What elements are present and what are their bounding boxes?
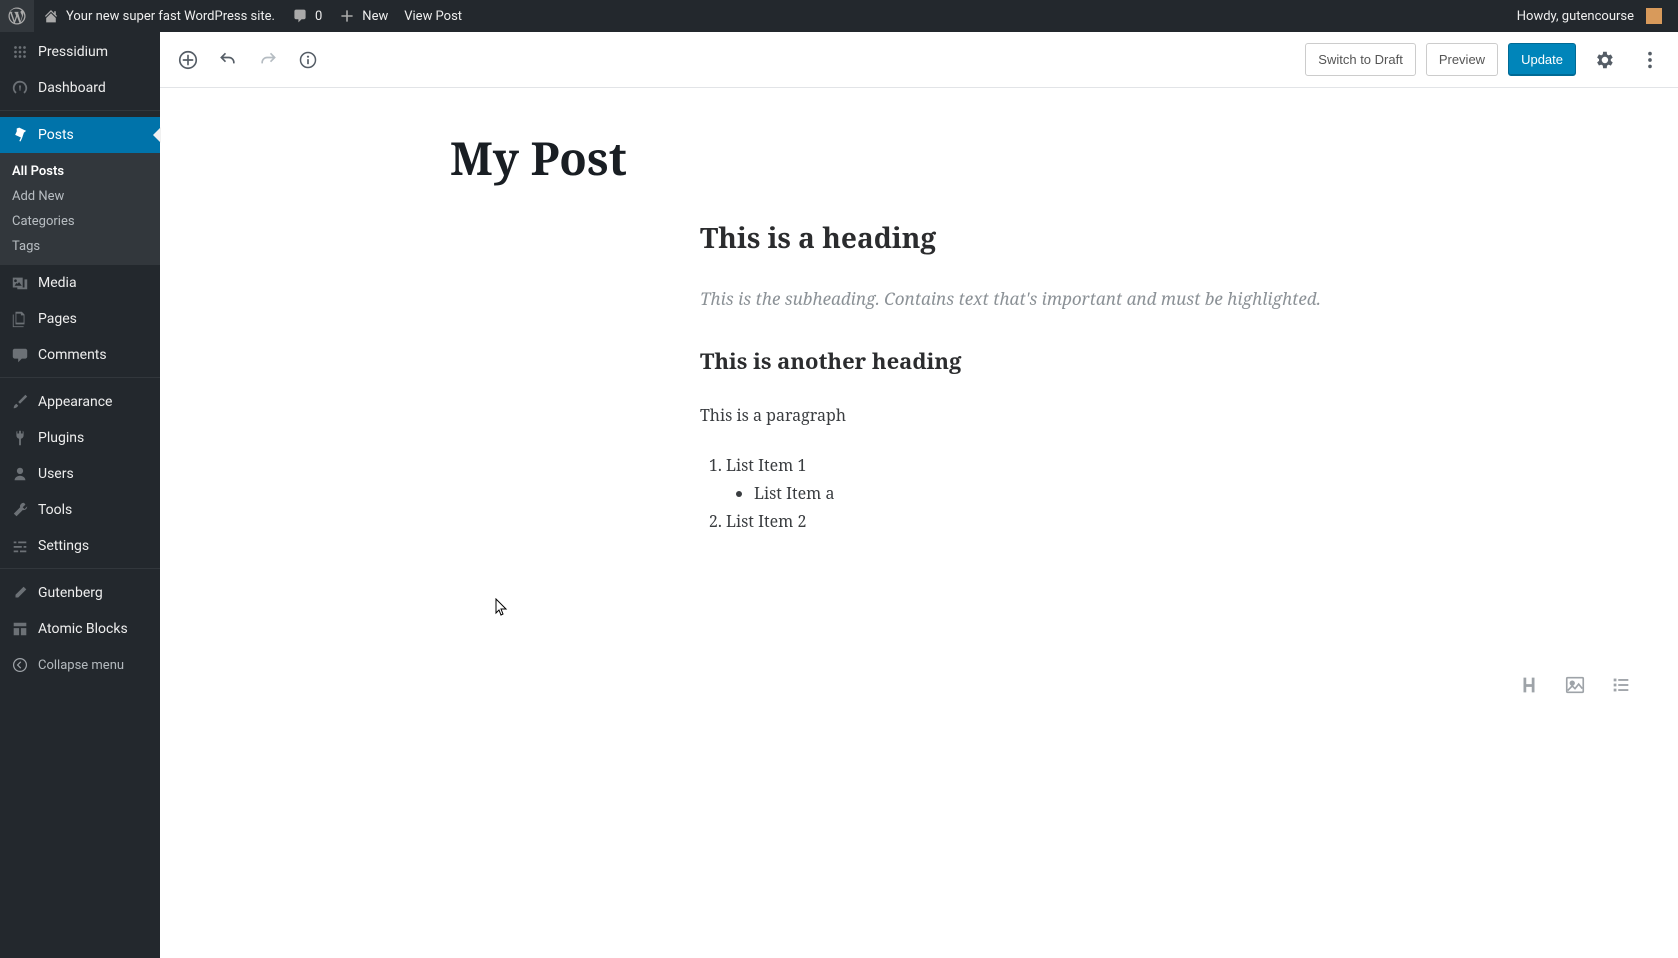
image-hint-icon[interactable] bbox=[1558, 668, 1592, 702]
mouse-cursor bbox=[495, 598, 509, 618]
plug-icon bbox=[10, 428, 30, 448]
dashboard-icon bbox=[10, 78, 30, 98]
list-item: List Item a bbox=[754, 482, 1420, 504]
plus-icon bbox=[338, 7, 356, 25]
wp-logo[interactable] bbox=[0, 0, 34, 32]
admin-sidebar: Pressidium Dashboard Posts All Posts Add… bbox=[0, 32, 160, 958]
sidebar-dashboard[interactable]: Dashboard bbox=[0, 70, 160, 106]
sidebar-media[interactable]: Media bbox=[0, 265, 160, 301]
sidebar-posts-submenu: All Posts Add New Categories Tags bbox=[0, 153, 160, 265]
sidebar-tools[interactable]: Tools bbox=[0, 492, 160, 528]
undo-button[interactable] bbox=[210, 42, 246, 78]
sidebar-comments[interactable]: Comments bbox=[0, 337, 160, 373]
sidebar-plugins[interactable]: Plugins bbox=[0, 420, 160, 456]
block-suggestions bbox=[1512, 668, 1638, 702]
sidebar-gutenberg[interactable]: Gutenberg bbox=[0, 575, 160, 611]
layout-icon bbox=[10, 619, 30, 639]
site-home[interactable]: Your new super fast WordPress site. bbox=[34, 0, 283, 32]
ordered-list-block[interactable]: List Item 1 List Item a List Item 2 bbox=[726, 454, 1420, 532]
more-menu-button[interactable] bbox=[1632, 42, 1668, 78]
update-button[interactable]: Update bbox=[1508, 43, 1576, 76]
new-label: New bbox=[362, 9, 388, 24]
list-hint-icon[interactable] bbox=[1604, 668, 1638, 702]
info-button[interactable] bbox=[290, 42, 326, 78]
sub-all-posts[interactable]: All Posts bbox=[0, 159, 160, 184]
pages-icon bbox=[10, 309, 30, 329]
list-item: List Item 2 bbox=[726, 510, 1420, 532]
collapse-menu[interactable]: Collapse menu bbox=[0, 647, 160, 683]
site-title: Your new super fast WordPress site. bbox=[66, 9, 275, 24]
post-title[interactable]: My Post bbox=[450, 128, 1678, 189]
list-item: List Item 1 List Item a bbox=[726, 454, 1420, 504]
switch-draft-button[interactable]: Switch to Draft bbox=[1305, 43, 1416, 76]
editor: Switch to Draft Preview Update My Post T… bbox=[160, 32, 1678, 958]
comment-icon bbox=[10, 345, 30, 365]
paragraph-block[interactable]: This is a paragraph bbox=[700, 404, 1420, 426]
admin-bar: Your new super fast WordPress site. 0 Ne… bbox=[0, 0, 1678, 32]
pencil-icon bbox=[10, 583, 30, 603]
heading-block[interactable]: This is a heading bbox=[700, 219, 1420, 257]
pin-icon bbox=[10, 125, 30, 145]
redo-button[interactable] bbox=[250, 42, 286, 78]
new-content[interactable]: New bbox=[330, 0, 396, 32]
howdy-text: Howdy, gutencourse bbox=[1517, 9, 1634, 24]
brush-icon bbox=[10, 392, 30, 412]
heading-block[interactable]: This is another heading bbox=[700, 346, 1420, 376]
wrench-icon bbox=[10, 500, 30, 520]
home-icon bbox=[42, 7, 60, 25]
comment-icon bbox=[291, 7, 309, 25]
heading-hint-icon[interactable] bbox=[1512, 668, 1546, 702]
sub-tags[interactable]: Tags bbox=[0, 234, 160, 259]
add-block-button[interactable] bbox=[170, 42, 206, 78]
sidebar-separator bbox=[0, 373, 160, 378]
sidebar-appearance[interactable]: Appearance bbox=[0, 384, 160, 420]
settings-toggle[interactable] bbox=[1586, 42, 1622, 78]
sidebar-users[interactable]: Users bbox=[0, 456, 160, 492]
sub-categories[interactable]: Categories bbox=[0, 209, 160, 234]
collapse-icon bbox=[10, 655, 30, 675]
user-icon bbox=[10, 464, 30, 484]
editor-content[interactable]: My Post This is a heading This is the su… bbox=[160, 88, 1678, 958]
sidebar-posts[interactable]: Posts bbox=[0, 117, 160, 153]
editor-toolbar: Switch to Draft Preview Update bbox=[160, 32, 1678, 88]
media-icon bbox=[10, 273, 30, 293]
comments-count: 0 bbox=[315, 9, 322, 24]
sliders-icon bbox=[10, 536, 30, 556]
view-post[interactable]: View Post bbox=[396, 0, 470, 32]
subheading-block[interactable]: This is the subheading. Contains text th… bbox=[700, 287, 1420, 310]
preview-button[interactable]: Preview bbox=[1426, 43, 1498, 76]
avatar bbox=[1646, 8, 1662, 24]
sidebar-atomic-blocks[interactable]: Atomic Blocks bbox=[0, 611, 160, 647]
wordpress-icon bbox=[8, 7, 26, 25]
sidebar-host[interactable]: Pressidium bbox=[0, 32, 160, 70]
sidebar-settings[interactable]: Settings bbox=[0, 528, 160, 564]
comments-link[interactable]: 0 bbox=[283, 0, 330, 32]
sidebar-separator bbox=[0, 106, 160, 111]
sidebar-separator bbox=[0, 564, 160, 569]
host-icon bbox=[10, 42, 30, 62]
sidebar-pages[interactable]: Pages bbox=[0, 301, 160, 337]
sub-add-new[interactable]: Add New bbox=[0, 184, 160, 209]
account-link[interactable]: Howdy, gutencourse bbox=[1509, 0, 1670, 32]
